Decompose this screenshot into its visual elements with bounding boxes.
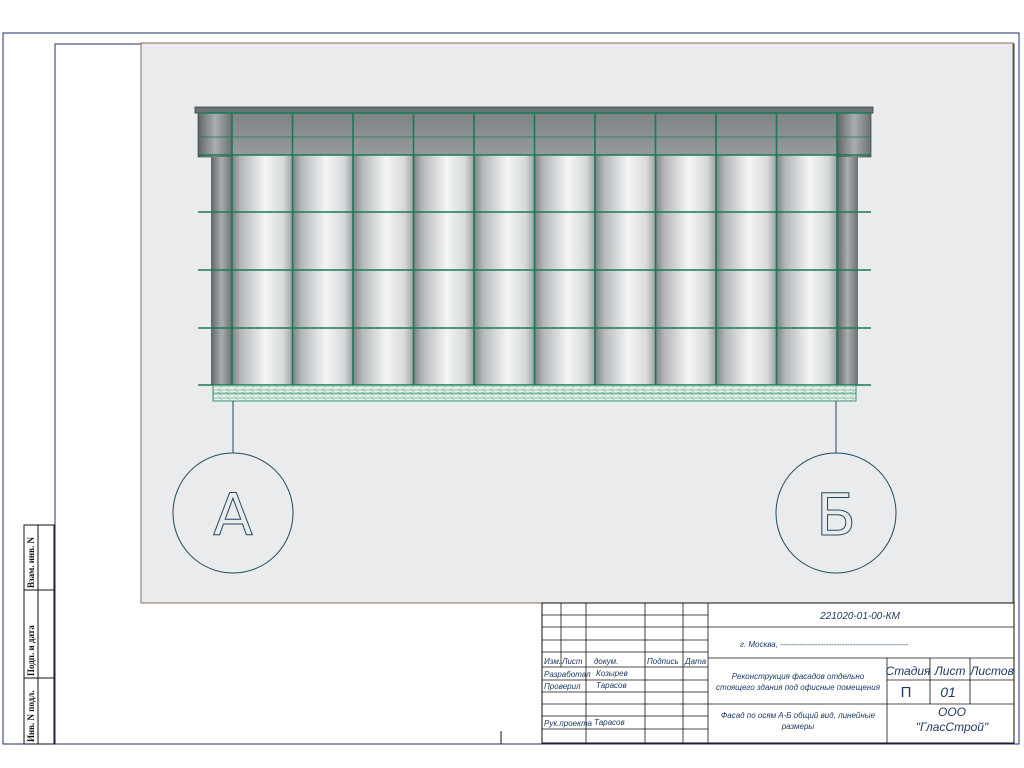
name-developed: Козырев bbox=[596, 669, 628, 678]
header-doc: докум. bbox=[594, 657, 618, 666]
roof-cap bbox=[194, 106, 874, 114]
header-sign: Подпись bbox=[647, 657, 679, 666]
name-lead: Тарасов bbox=[594, 718, 625, 727]
org-line-1: ООО bbox=[938, 705, 966, 719]
name-checked: Тарасов bbox=[596, 681, 627, 690]
project-line-1: Реконструкция фасадов отдельно bbox=[732, 672, 865, 681]
sheet-title-line-1: Фасад по осям А-Б общий вид, линейные bbox=[721, 711, 876, 720]
role-lead: Рук.проекта bbox=[544, 719, 593, 728]
col-sheets: Листов bbox=[969, 664, 1014, 678]
side-stamp-original-inv: Инв. N подл. bbox=[26, 690, 36, 742]
header-izm: Изм. bbox=[544, 657, 561, 666]
drawing-sheet: А Б Взам. инв. N Подп. и дата Инв. N под… bbox=[2, 24, 1020, 745]
col-sheet: Лист bbox=[934, 664, 966, 678]
role-developed: Разработал bbox=[544, 670, 591, 679]
side-stamp-sign-date: Подп. и дата bbox=[26, 625, 36, 676]
sheet-number: 01 bbox=[940, 684, 956, 700]
right-pier-cap bbox=[836, 112, 872, 158]
org-line-2: "ГласСтрой" bbox=[916, 720, 989, 734]
axis-label-b: Б bbox=[816, 481, 856, 549]
project-line-2: стоящего здания под офисные помещения bbox=[716, 683, 881, 692]
doc-code: 221020-01-00-КМ bbox=[819, 611, 900, 622]
title-block: Изм. Лист докум. Подпись Дата Разработал… bbox=[541, 602, 1015, 744]
stage-value: П bbox=[901, 684, 912, 701]
header-list: Лист bbox=[561, 657, 583, 666]
col-stage: Стадия bbox=[886, 664, 932, 678]
side-stamp-replace-inv: Взам. инв. N bbox=[26, 537, 36, 588]
facade-elevation bbox=[194, 106, 874, 402]
header-date: Дата bbox=[684, 657, 707, 666]
right-pier bbox=[837, 157, 858, 385]
city-line: г. Москва, -----------------------------… bbox=[740, 640, 908, 649]
left-pier bbox=[211, 157, 232, 385]
sheet-title-line-2: размеры bbox=[781, 722, 815, 731]
axis-label-a: А bbox=[213, 481, 253, 549]
left-pier-cap bbox=[197, 112, 233, 158]
role-checked: Проверил bbox=[544, 682, 581, 691]
